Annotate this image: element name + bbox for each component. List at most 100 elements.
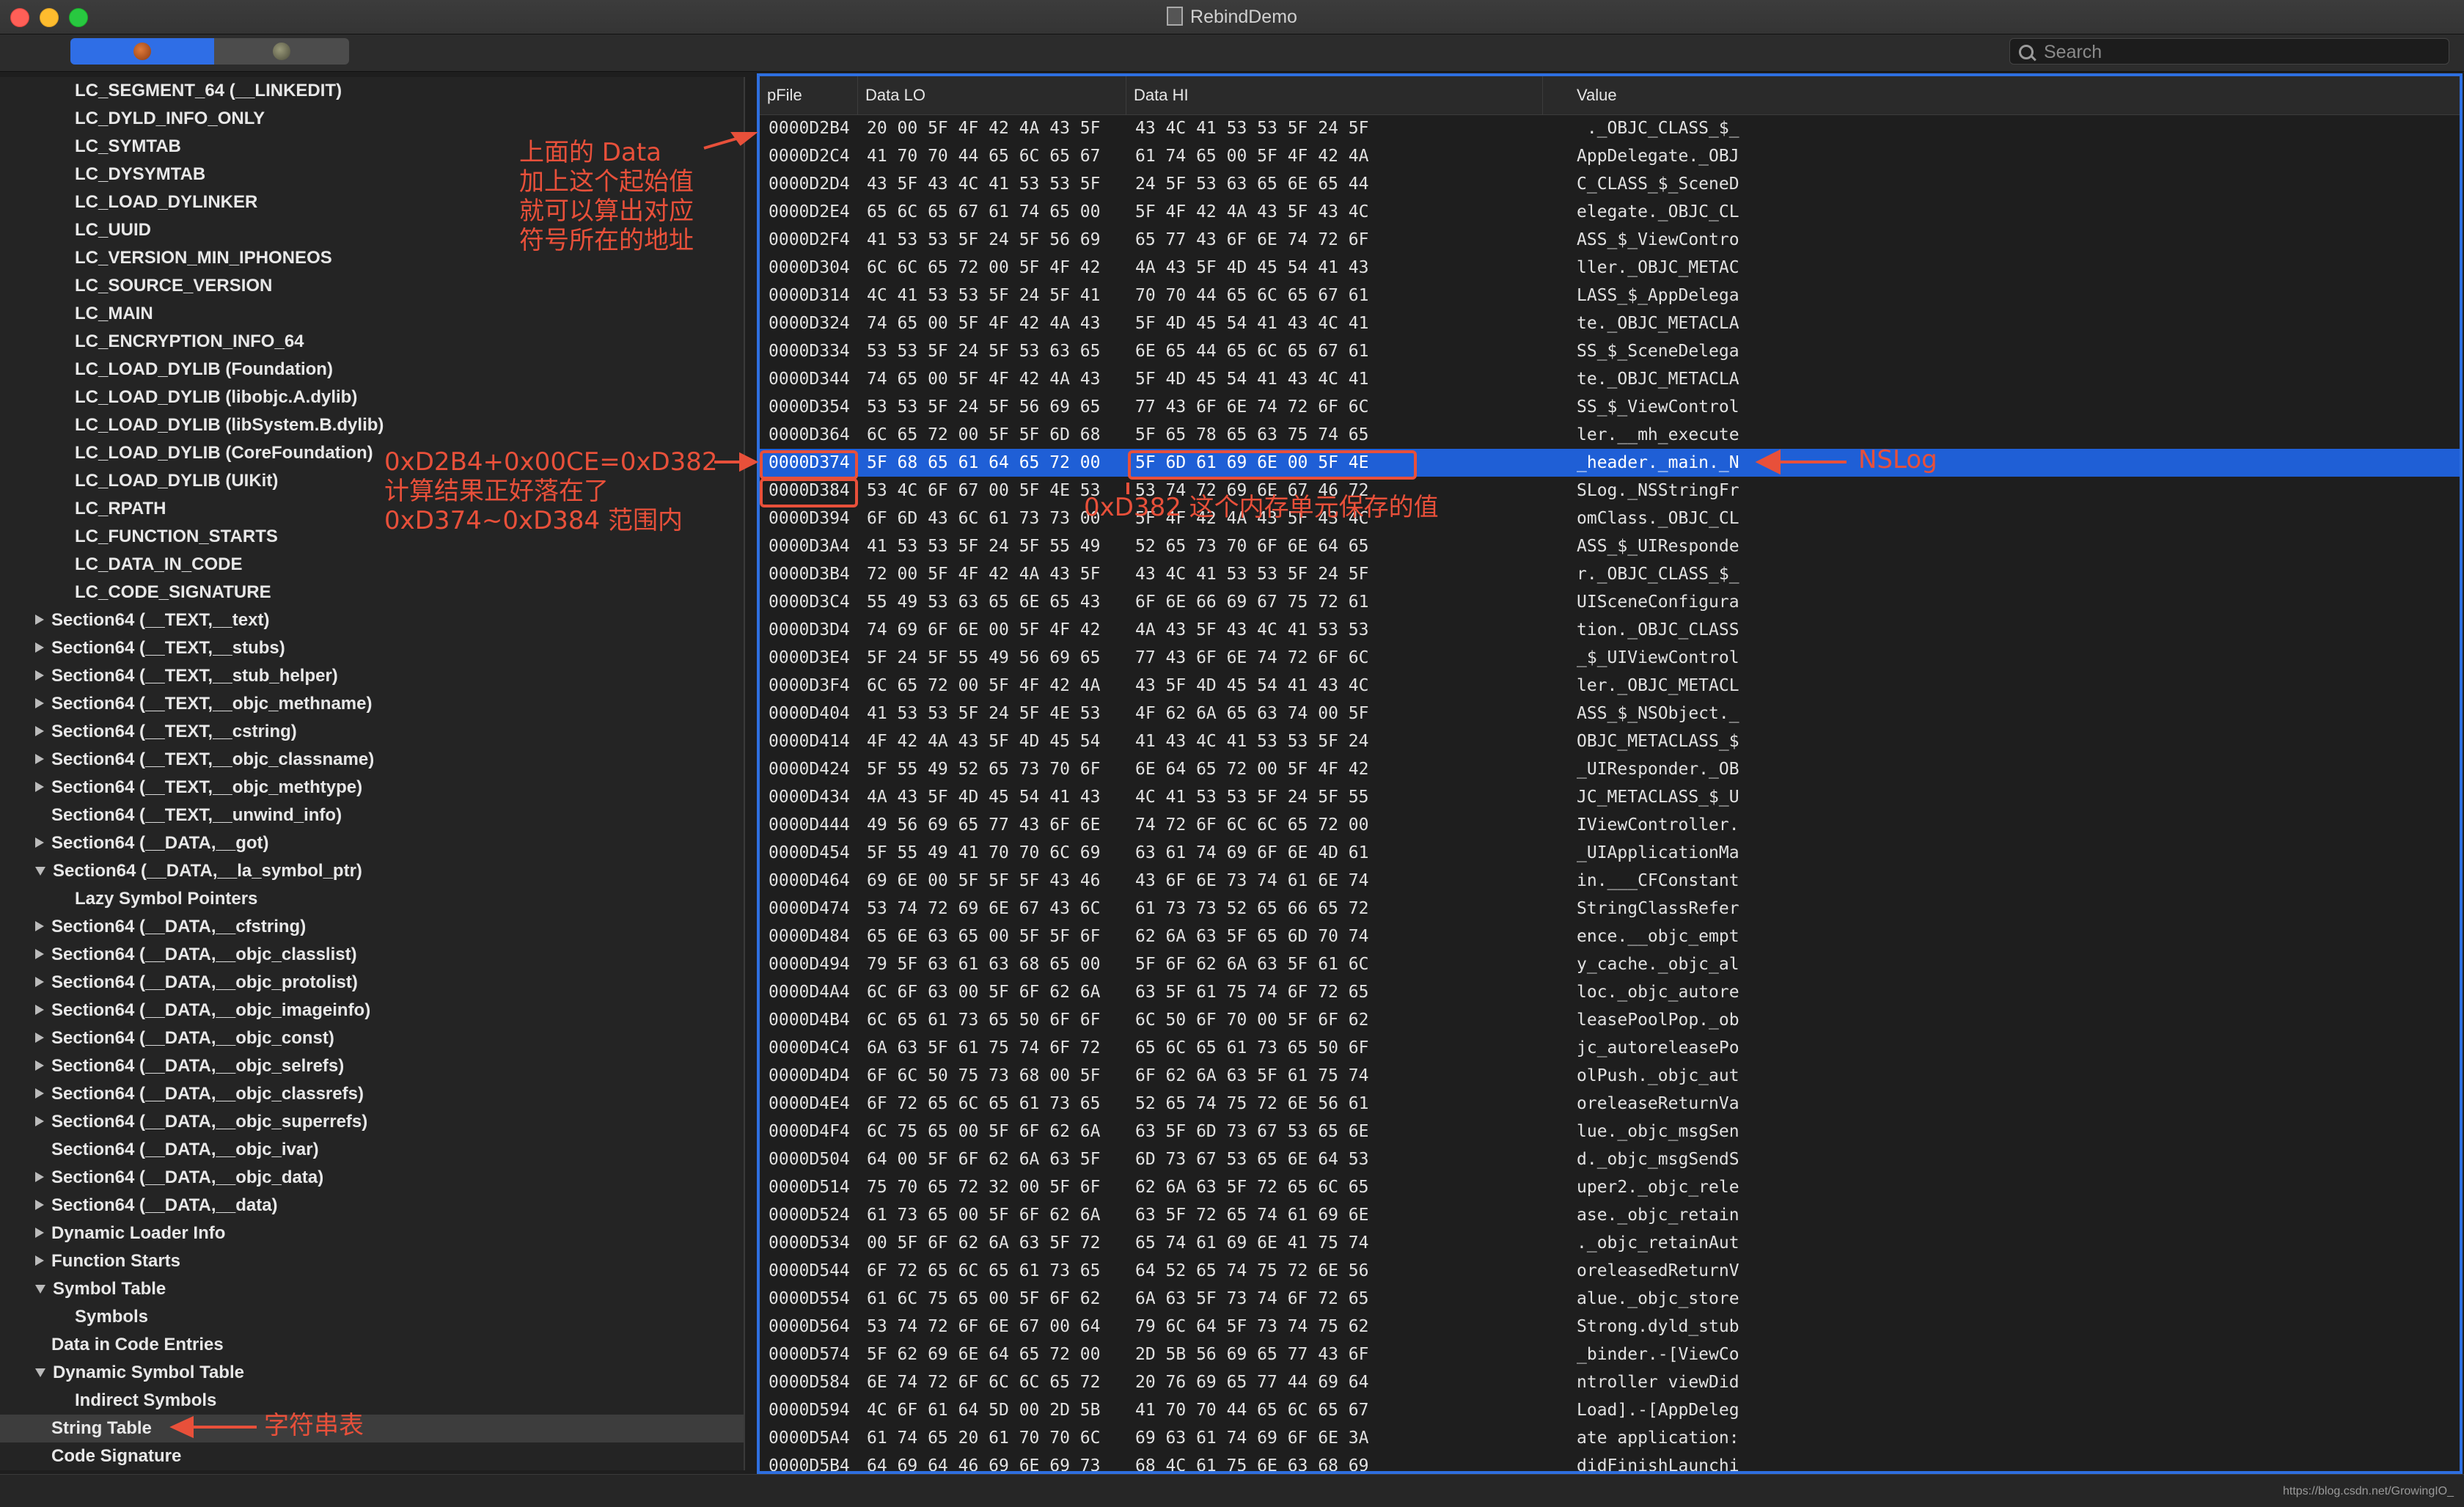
sidebar-tree[interactable]: LC_SEGMENT_64 (__LINKEDIT) LC_DYLD_INFO_O…: [0, 77, 745, 1470]
sidebar-item[interactable]: Section64 (__DATA,__objc_imageinfo): [0, 997, 744, 1024]
sidebar-item[interactable]: String Table: [0, 1415, 744, 1442]
table-row[interactable]: 0000D3B4 72 00 5F 4F 42 4A 43 5F 43 4C 41 …: [760, 560, 2460, 588]
table-row[interactable]: 0000D324 74 65 00 5F 4F 42 4A 43 5F 4D 45 …: [760, 309, 2460, 337]
disclosure-closed-icon[interactable]: [35, 949, 44, 959]
sidebar-item[interactable]: Section64 (__TEXT,__objc_classname): [0, 746, 744, 774]
sidebar-item[interactable]: Dynamic Symbol Table: [0, 1359, 744, 1387]
table-row[interactable]: 0000D364 6C 65 72 00 5F 5F 6D 68 5F 65 78 …: [760, 421, 2460, 449]
column-header-value[interactable]: Value: [1543, 76, 2460, 114]
column-header-pfile[interactable]: pFile: [760, 76, 858, 114]
disclosure-closed-icon[interactable]: [35, 1228, 44, 1238]
sidebar-item[interactable]: Section64 (__TEXT,__cstring): [0, 718, 744, 746]
sidebar-item[interactable]: LC_DYLD_INFO_ONLY: [0, 105, 744, 133]
disclosure-open-icon[interactable]: [35, 1368, 45, 1377]
disclosure-closed-icon[interactable]: [35, 1116, 44, 1126]
disclosure-closed-icon[interactable]: [35, 754, 44, 764]
table-row[interactable]: 0000D544 6F 72 65 6C 65 61 73 65 64 52 65 …: [760, 1257, 2460, 1285]
disclosure-closed-icon[interactable]: [35, 1033, 44, 1043]
table-row[interactable]: 0000D524 61 73 65 00 5F 6F 62 6A 63 5F 72 …: [760, 1201, 2460, 1229]
disclosure-closed-icon[interactable]: [35, 782, 44, 792]
column-header-data-hi[interactable]: Data HI: [1126, 76, 1543, 114]
sidebar-item[interactable]: Section64 (__DATA,__objc_classrefs): [0, 1080, 744, 1108]
table-row[interactable]: 0000D4F4 6C 75 65 00 5F 6F 62 6A 63 5F 6D …: [760, 1118, 2460, 1145]
table-row[interactable]: 0000D2E4 65 6C 65 67 61 74 65 00 5F 4F 42 …: [760, 198, 2460, 226]
disclosure-closed-icon[interactable]: [35, 1005, 44, 1015]
sidebar-item[interactable]: LC_DATA_IN_CODE: [0, 551, 744, 579]
disclosure-closed-icon[interactable]: [35, 1172, 44, 1182]
sidebar-item[interactable]: Section64 (__DATA,__objc_classlist): [0, 941, 744, 969]
table-row[interactable]: 0000D394 6F 6D 43 6C 61 73 73 00 5F 4F 42 …: [760, 505, 2460, 532]
disclosure-closed-icon[interactable]: [35, 1255, 44, 1266]
sidebar-item[interactable]: LC_ENCRYPTION_INFO_64: [0, 328, 744, 356]
disclosure-closed-icon[interactable]: [35, 837, 44, 848]
table-row[interactable]: 0000D4C4 6A 63 5F 61 75 74 6F 72 65 6C 65 …: [760, 1034, 2460, 1062]
disclosure-open-icon[interactable]: [35, 1285, 45, 1294]
sidebar-item[interactable]: Lazy Symbol Pointers: [0, 885, 744, 913]
sidebar-item[interactable]: Section64 (__DATA,__la_symbol_ptr): [0, 857, 744, 885]
table-row[interactable]: 0000D594 4C 6F 61 64 5D 00 2D 5B 41 70 70 …: [760, 1396, 2460, 1424]
sidebar-item[interactable]: LC_LOAD_DYLIB (libSystem.B.dylib): [0, 411, 744, 439]
table-row[interactable]: 0000D484 65 6E 63 65 00 5F 5F 6F 62 6A 63 …: [760, 923, 2460, 950]
table-row[interactable]: 0000D474 53 74 72 69 6E 67 43 6C 61 73 73 …: [760, 895, 2460, 923]
sidebar-item[interactable]: Section64 (__DATA,__objc_protolist): [0, 969, 744, 997]
column-header-data-lo[interactable]: Data LO: [858, 76, 1126, 114]
sidebar-item[interactable]: Section64 (__DATA,__data): [0, 1192, 744, 1220]
sidebar-item[interactable]: Section64 (__DATA,__got): [0, 829, 744, 857]
table-row[interactable]: 0000D2B4 20 00 5F 4F 42 4A 43 5F 43 4C 41 …: [760, 114, 2460, 142]
sidebar-item[interactable]: LC_SOURCE_VERSION: [0, 272, 744, 300]
sidebar-item[interactable]: LC_LOAD_DYLIB (Foundation): [0, 356, 744, 384]
table-row[interactable]: 0000D3E4 5F 24 5F 55 49 56 69 65 77 43 6F …: [760, 644, 2460, 672]
disclosure-closed-icon[interactable]: [35, 642, 44, 653]
table-row[interactable]: 0000D5A4 61 74 65 20 61 70 70 6C 69 63 61 …: [760, 1424, 2460, 1452]
disclosure-closed-icon[interactable]: [35, 698, 44, 708]
sidebar-item[interactable]: Code Signature: [0, 1442, 744, 1470]
table-row[interactable]: 0000D4E4 6F 72 65 6C 65 61 73 65 52 65 74 …: [760, 1090, 2460, 1118]
table-row[interactable]: 0000D3C4 55 49 53 63 65 6E 65 43 6F 6E 66 …: [760, 588, 2460, 616]
table-row[interactable]: 0000D434 4A 43 5F 4D 45 54 41 43 4C 41 53 …: [760, 783, 2460, 811]
sidebar-item[interactable]: Section64 (__TEXT,__stub_helper): [0, 662, 744, 690]
disclosure-open-icon[interactable]: [35, 867, 45, 876]
table-row[interactable]: 0000D414 4F 42 4A 43 5F 4D 45 54 41 43 4C …: [760, 727, 2460, 755]
sidebar-item[interactable]: Section64 (__DATA,__objc_ivar): [0, 1136, 744, 1164]
table-row[interactable]: 0000D314 4C 41 53 53 5F 24 5F 41 70 70 44 …: [760, 282, 2460, 309]
sidebar-item[interactable]: Section64 (__TEXT,__text): [0, 606, 744, 634]
disclosure-closed-icon[interactable]: [35, 670, 44, 681]
table-row[interactable]: 0000D2D4 43 5F 43 4C 41 53 53 5F 24 5F 53 …: [760, 170, 2460, 198]
table-row[interactable]: 0000D574 5F 62 69 6E 64 65 72 00 2D 5B 56 …: [760, 1341, 2460, 1368]
table-row[interactable]: 0000D514 75 70 65 72 32 00 5F 6F 62 6A 63 …: [760, 1173, 2460, 1201]
sidebar-item[interactable]: Indirect Symbols: [0, 1387, 744, 1415]
sidebar-item[interactable]: Section64 (__TEXT,__unwind_info): [0, 802, 744, 829]
sidebar-item[interactable]: Dynamic Loader Info: [0, 1220, 744, 1247]
disclosure-closed-icon[interactable]: [35, 1088, 44, 1099]
sidebar-item[interactable]: Section64 (__DATA,__cfstring): [0, 913, 744, 941]
table-row[interactable]: 0000D444 49 56 69 65 77 43 6F 6E 74 72 6F …: [760, 811, 2460, 839]
sidebar-item[interactable]: Section64 (__DATA,__objc_superrefs): [0, 1108, 744, 1136]
sidebar-item[interactable]: LC_LOAD_DYLIB (libobjc.A.dylib): [0, 384, 744, 411]
sidebar-item[interactable]: Data in Code Entries: [0, 1331, 744, 1359]
table-row[interactable]: 0000D584 6E 74 72 6F 6C 6C 65 72 20 76 69 …: [760, 1368, 2460, 1396]
table-row[interactable]: 0000D4D4 6F 6C 50 75 73 68 00 5F 6F 62 6A …: [760, 1062, 2460, 1090]
disclosure-closed-icon[interactable]: [35, 921, 44, 931]
table-row[interactable]: 0000D534 00 5F 6F 62 6A 63 5F 72 65 74 61 …: [760, 1229, 2460, 1257]
sidebar-item[interactable]: Section64 (__DATA,__objc_const): [0, 1024, 744, 1052]
table-row[interactable]: 0000D334 53 53 5F 24 5F 53 63 65 6E 65 44 …: [760, 337, 2460, 365]
disclosure-closed-icon[interactable]: [35, 1060, 44, 1071]
sidebar-item[interactable]: Section64 (__TEXT,__objc_methname): [0, 690, 744, 718]
table-row[interactable]: 0000D404 41 53 53 5F 24 5F 4E 53 4F 62 6A …: [760, 700, 2460, 727]
table-row[interactable]: 0000D3A4 41 53 53 5F 24 5F 55 49 52 65 73 …: [760, 532, 2460, 560]
table-row[interactable]: 0000D494 79 5F 63 61 63 68 65 00 5F 6F 62 …: [760, 950, 2460, 978]
table-row[interactable]: 0000D2F4 41 53 53 5F 24 5F 56 69 65 77 43 …: [760, 226, 2460, 254]
disclosure-closed-icon[interactable]: [35, 977, 44, 987]
sidebar-item[interactable]: Section64 (__TEXT,__objc_methtype): [0, 774, 744, 802]
table-row[interactable]: 0000D464 69 6E 00 5F 5F 5F 43 46 43 6F 6E …: [760, 867, 2460, 895]
disclosure-closed-icon[interactable]: [35, 615, 44, 625]
view-mode-raw-button[interactable]: [70, 38, 214, 65]
table-row[interactable]: 0000D5B4 64 69 64 46 69 6E 69 73 68 4C 61 …: [760, 1452, 2460, 1471]
table-row[interactable]: 0000D384 53 4C 6F 67 00 5F 4E 53 53 74 72 …: [760, 477, 2460, 505]
table-row[interactable]: 0000D4B4 6C 65 61 73 65 50 6F 6F 6C 50 6F …: [760, 1006, 2460, 1034]
sidebar-item[interactable]: Function Starts: [0, 1247, 744, 1275]
sidebar-item[interactable]: Symbols: [0, 1303, 744, 1331]
view-mode-rva-button[interactable]: [214, 38, 349, 65]
search-input[interactable]: [2042, 40, 2441, 64]
table-row[interactable]: 0000D354 53 53 5F 24 5F 56 69 65 77 43 6F …: [760, 393, 2460, 421]
